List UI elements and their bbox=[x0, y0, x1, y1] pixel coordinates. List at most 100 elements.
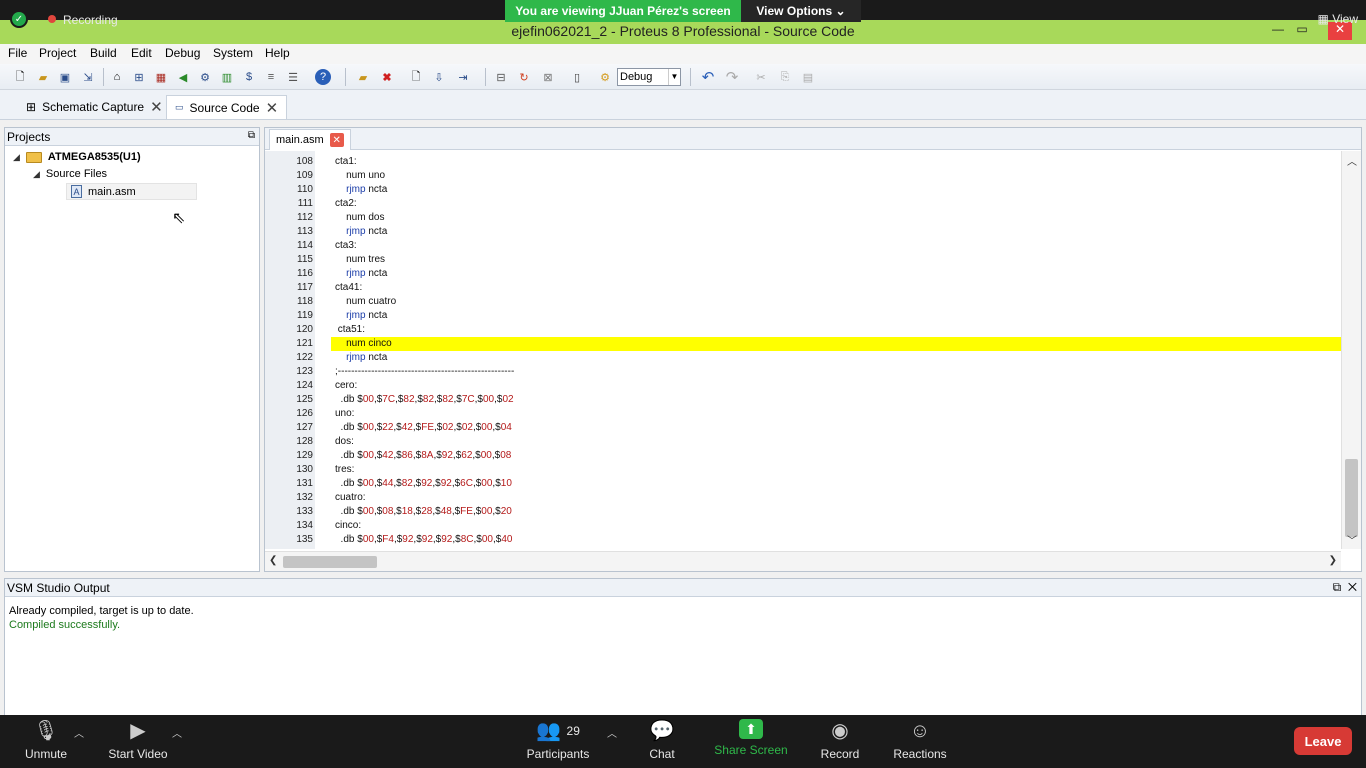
expand-icon[interactable]: ◢ bbox=[33, 169, 40, 180]
menu-build[interactable]: Build bbox=[90, 46, 117, 60]
pcb-icon[interactable]: ▦ bbox=[153, 69, 169, 85]
code-line[interactable]: 135 .db $00,$F4,$92,$92,$92,$8C,$00,$40 bbox=[265, 533, 1341, 547]
cut-icon[interactable]: ✂ bbox=[753, 69, 769, 85]
code-line[interactable]: 118 num cuatro bbox=[265, 295, 1341, 309]
schematic-icon[interactable]: ⊞ bbox=[131, 69, 147, 85]
participants-button[interactable]: 👥 29 Participants bbox=[524, 719, 592, 761]
build-icon[interactable]: ⊟ bbox=[493, 69, 509, 85]
paste-icon[interactable]: ▤ bbox=[800, 69, 816, 85]
code-line[interactable]: 110 rjmp ncta bbox=[265, 183, 1341, 197]
leave-button[interactable]: Leave bbox=[1294, 727, 1352, 755]
code-line[interactable]: 114 cta3: bbox=[265, 239, 1341, 253]
clean-icon[interactable]: ⊠ bbox=[540, 69, 556, 85]
new-source-icon[interactable]: 🗋 bbox=[408, 69, 424, 85]
start-video-button[interactable]: ▶ Start Video bbox=[106, 719, 170, 761]
code-line[interactable]: 108 cta1: bbox=[265, 155, 1341, 169]
horizontal-scrollbar[interactable]: ❮ ❯ bbox=[265, 551, 1341, 571]
tree-item-main-asm[interactable]: A main.asm bbox=[66, 183, 197, 200]
menu-debug[interactable]: Debug bbox=[165, 46, 200, 60]
tab-source-code[interactable]: ▭ Source Code ✕ bbox=[166, 95, 288, 119]
security-shield-icon[interactable]: ✓ bbox=[10, 10, 28, 28]
new-file-icon[interactable]: 🗋 bbox=[12, 69, 28, 85]
code-area[interactable]: 108 cta1: 109 num uno 110 rjmp ncta 111 cta2:… bbox=[265, 151, 1341, 549]
chevron-up-icon[interactable]: ︿ bbox=[172, 725, 182, 740]
tab-schematic-capture[interactable]: ⊞ Schematic Capture ✕ bbox=[18, 95, 171, 119]
tab-main-asm[interactable]: main.asm ✕ bbox=[269, 129, 351, 150]
add-file-icon[interactable]: ⇩ bbox=[431, 69, 447, 85]
chevron-left-icon[interactable]: ❮ bbox=[269, 555, 277, 566]
3d-view-icon[interactable]: ⚙ bbox=[197, 69, 213, 85]
chevron-up-icon[interactable]: ︿ bbox=[607, 725, 617, 740]
code-line[interactable]: 120 cta51: bbox=[265, 323, 1341, 337]
remove-icon[interactable]: ✖ bbox=[379, 69, 395, 85]
close-icon[interactable]: ✕ bbox=[1348, 580, 1357, 594]
chat-button[interactable]: 💬 Chat bbox=[642, 719, 682, 761]
code-line[interactable]: 127 .db $00,$22,$42,$FE,$02,$02,$00,$04 bbox=[265, 421, 1341, 435]
bill-icon[interactable]: $ bbox=[241, 69, 257, 85]
gerber-icon[interactable]: ◀ bbox=[175, 69, 191, 85]
chevron-up-icon[interactable]: ︿ bbox=[74, 725, 84, 740]
scroll-thumb[interactable] bbox=[283, 556, 377, 568]
minimize-button[interactable]: — bbox=[1266, 22, 1290, 40]
restore-icon[interactable]: ⧉ bbox=[248, 130, 255, 141]
save-icon[interactable]: ▣ bbox=[57, 69, 73, 85]
tree-item-source-files[interactable]: ◢ Source Files bbox=[33, 168, 107, 180]
close-icon[interactable]: ✕ bbox=[150, 98, 163, 116]
restore-icon[interactable]: ⧉ bbox=[1333, 580, 1342, 594]
rebuild-icon[interactable]: ↻ bbox=[516, 69, 532, 85]
code-line[interactable]: 116 rjmp ncta bbox=[265, 267, 1341, 281]
settings-icon[interactable]: ⚙ bbox=[597, 69, 613, 85]
record-button[interactable]: ◉ Record bbox=[818, 719, 862, 761]
menu-edit[interactable]: Edit bbox=[131, 46, 152, 60]
code-line[interactable]: 129 .db $00,$42,$86,$8A,$92,$62,$00,$08 bbox=[265, 449, 1341, 463]
import-icon[interactable]: ⇲ bbox=[80, 69, 96, 85]
code-line[interactable]: 109 num uno bbox=[265, 169, 1341, 183]
code-line[interactable]: 122 rjmp ncta bbox=[265, 351, 1341, 365]
chevron-up-icon[interactable]: ︿ bbox=[1347, 153, 1357, 168]
home-icon[interactable]: ⌂ bbox=[109, 69, 125, 85]
menu-file[interactable]: File bbox=[8, 46, 27, 60]
code-line[interactable]: 124 cero: bbox=[265, 379, 1341, 393]
code-line[interactable]: 133 .db $00,$08,$18,$28,$48,$FE,$00,$20 bbox=[265, 505, 1341, 519]
code-line[interactable]: 112 num dos bbox=[265, 211, 1341, 225]
redo-icon[interactable]: ↷ bbox=[724, 69, 740, 86]
menu-help[interactable]: Help bbox=[265, 46, 290, 60]
chevron-down-icon[interactable]: ﹀ bbox=[1347, 532, 1357, 547]
code-line[interactable]: 128 dos: bbox=[265, 435, 1341, 449]
copy-icon[interactable]: ⎘ bbox=[777, 69, 793, 85]
code-line[interactable]: 115 num tres bbox=[265, 253, 1341, 267]
chevron-right-icon[interactable]: ❯ bbox=[1329, 555, 1337, 566]
code-line[interactable]: 123 ;------------------------------------… bbox=[265, 365, 1341, 379]
close-icon[interactable]: ✕ bbox=[266, 99, 279, 117]
source-code-icon[interactable]: ≡ bbox=[263, 69, 279, 85]
share-screen-button[interactable]: ⬆ Share Screen bbox=[714, 719, 788, 757]
add-project-icon[interactable]: ▰ bbox=[355, 69, 371, 85]
code-line[interactable]: 131 .db $00,$44,$82,$92,$92,$6C,$00,$10 bbox=[265, 477, 1341, 491]
view-options-button[interactable]: View Options ⌄ bbox=[741, 0, 861, 22]
expand-icon[interactable]: ◢ bbox=[13, 152, 20, 163]
chip-icon[interactable]: ▯ bbox=[569, 69, 585, 85]
notes-icon[interactable]: ☰ bbox=[285, 69, 301, 85]
undo-icon[interactable]: ↶ bbox=[700, 69, 716, 86]
scroll-thumb[interactable] bbox=[1345, 459, 1358, 537]
unmute-button[interactable]: 🎙 Unmute bbox=[24, 719, 68, 761]
tree-item-root[interactable]: ◢ ATMEGA8535(U1) bbox=[13, 151, 141, 163]
code-line[interactable]: 111 cta2: bbox=[265, 197, 1341, 211]
code-line[interactable]: 113 rjmp ncta bbox=[265, 225, 1341, 239]
help-icon[interactable]: ? bbox=[315, 69, 331, 85]
reactions-button[interactable]: ☺ Reactions bbox=[892, 719, 948, 761]
close-icon[interactable]: ✕ bbox=[329, 133, 344, 147]
menu-system[interactable]: System bbox=[213, 46, 253, 60]
code-line[interactable]: 126 uno: bbox=[265, 407, 1341, 421]
code-line[interactable]: 117 cta41: bbox=[265, 281, 1341, 295]
code-line[interactable]: 121 num cinco bbox=[265, 337, 1341, 351]
code-line[interactable]: 119 rjmp ncta bbox=[265, 309, 1341, 323]
rename-file-icon[interactable]: ⇥ bbox=[455, 69, 471, 85]
code-line[interactable]: 130 tres: bbox=[265, 463, 1341, 477]
code-line[interactable]: 134 cinco: bbox=[265, 519, 1341, 533]
vertical-scrollbar[interactable]: ︿ ﹀ bbox=[1341, 151, 1361, 549]
code-line[interactable]: 125 .db $00,$7C,$82,$82,$82,$7C,$00,$02 bbox=[265, 393, 1341, 407]
bom-icon[interactable]: ▥ bbox=[219, 69, 235, 85]
code-line[interactable]: 132 cuatro: bbox=[265, 491, 1341, 505]
view-button[interactable]: ▦ View bbox=[1318, 12, 1358, 26]
